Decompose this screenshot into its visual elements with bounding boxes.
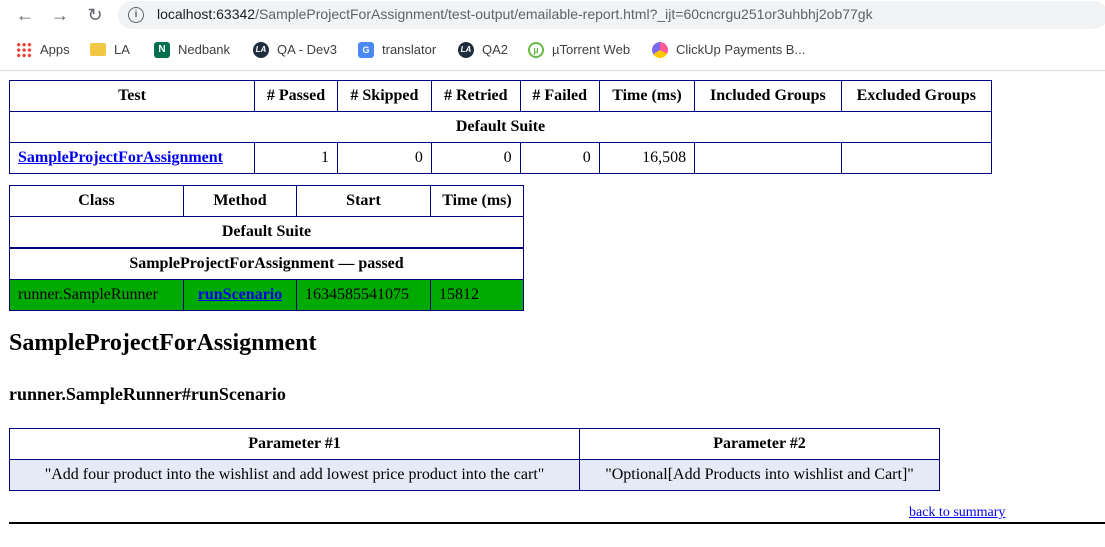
bookmark-qa2[interactable]: LA QA2	[458, 38, 508, 62]
col-header: # Retried	[430, 80, 521, 112]
la-icon: LA	[253, 41, 269, 58]
suite-row: Default Suite	[9, 216, 524, 249]
folder-icon	[90, 43, 106, 57]
forward-arrow-icon[interactable]: →	[49, 4, 71, 26]
address-bar[interactable]: i localhost:63342/SampleProjectForAssign…	[118, 1, 1105, 29]
suite-name: Default Suite	[9, 111, 992, 143]
bookmark-apps[interactable]: Apps	[16, 38, 70, 62]
suite-row: Default Suite	[9, 111, 992, 143]
translate-icon: G	[358, 41, 374, 58]
param-value: "Optional[Add Products into wishlist and…	[579, 459, 940, 491]
col-header: # Skipped	[337, 80, 432, 112]
class-cell: runner.SampleRunner	[9, 279, 184, 311]
col-header: Excluded Groups	[840, 80, 993, 112]
bookmark-clickup[interactable]: ClickUp Payments B...	[652, 38, 805, 62]
methods-table: Class Method Start Time (ms) Default Sui…	[9, 185, 524, 311]
skipped-count: 0	[337, 142, 432, 174]
bookmark-label: Apps	[40, 42, 70, 57]
nedbank-icon: N	[154, 41, 170, 58]
params-table: Parameter #1 Parameter #2 "Add four prod…	[9, 428, 940, 491]
table-row: SampleProjectForAssignment 1 0 0 0 16,50…	[9, 142, 993, 174]
group-row: SampleProjectForAssignment — passed	[9, 247, 524, 280]
bookmark-nedbank[interactable]: N Nedbank	[154, 38, 230, 62]
info-icon[interactable]: i	[128, 7, 144, 23]
page-title: SampleProjectForAssignment	[9, 330, 317, 356]
test-cell: SampleProjectForAssignment	[9, 142, 255, 174]
table-row: runner.SampleRunner runScenario 16345855…	[9, 279, 524, 311]
group-name: SampleProjectForAssignment — passed	[9, 247, 524, 280]
col-header: Time (ms)	[598, 80, 696, 112]
divider	[9, 522, 1105, 524]
apps-icon	[16, 41, 32, 58]
suite-name: Default Suite	[9, 216, 524, 249]
browser-chrome: ← → ↻ i localhost:63342/SampleProjectFor…	[0, 0, 1105, 71]
summary-header-row: Test # Passed # Skipped # Retried # Fail…	[9, 80, 993, 112]
method-title: runner.SampleRunner#runScenario	[9, 384, 286, 404]
bookmark-label: LA	[114, 42, 130, 57]
methods-header-row: Class Method Start Time (ms)	[9, 185, 524, 217]
url-host: localhost:63342	[157, 6, 256, 22]
back-arrow-icon[interactable]: ←	[14, 4, 36, 26]
bookmark-label: QA - Dev3	[277, 42, 337, 57]
bookmark-label: µTorrent Web	[552, 42, 631, 57]
clickup-icon	[652, 41, 668, 58]
passed-count: 1	[254, 142, 338, 174]
bookmark-label: ClickUp Payments B...	[676, 42, 806, 57]
bookmark-utorrent[interactable]: µ µTorrent Web	[528, 38, 630, 62]
bookmark-label: QA2	[482, 42, 509, 57]
col-header: Method	[183, 185, 297, 217]
summary-table: Test # Passed # Skipped # Retried # Fail…	[9, 80, 993, 174]
table-row: "Add four product into the wishlist and …	[9, 459, 940, 491]
param-value: "Add four product into the wishlist and …	[9, 459, 580, 491]
start-cell: 1634585541075	[296, 279, 431, 311]
method-link[interactable]: runScenario	[198, 286, 282, 303]
col-header: Included Groups	[694, 80, 842, 112]
failed-count: 0	[519, 142, 600, 174]
utorrent-icon: µ	[528, 41, 544, 58]
time-value: 16,508	[598, 142, 696, 174]
col-header: # Passed	[254, 80, 338, 112]
bookmark-label: Nedbank	[178, 42, 231, 57]
bookmarks-bar: Apps LA N Nedbank LA QA - Dev3 Gtranslator…	[0, 38, 1105, 62]
test-link[interactable]: SampleProjectForAssignment	[18, 149, 223, 166]
col-header: # Failed	[519, 80, 600, 112]
bookmark-la[interactable]: LA	[90, 38, 130, 62]
bookmark-label: translator	[382, 42, 437, 57]
params-header-row: Parameter #1 Parameter #2	[9, 428, 940, 460]
col-header: Parameter #2	[579, 428, 940, 460]
col-header: Class	[9, 185, 184, 217]
bookmark-translator[interactable]: Gtranslator	[358, 38, 436, 62]
included-groups	[694, 142, 842, 174]
excluded-groups	[840, 142, 993, 174]
la-icon: LA	[458, 41, 474, 58]
col-header: Start	[296, 185, 431, 217]
col-header: Time (ms)	[430, 185, 524, 217]
bookmark-qa-dev3[interactable]: LA QA - Dev3	[253, 38, 337, 62]
url-path: /SampleProjectForAssignment/test-output/…	[255, 6, 873, 22]
url-text[interactable]: localhost:63342/SampleProjectForAssignme…	[157, 6, 873, 22]
retried-count: 0	[430, 142, 521, 174]
reload-icon[interactable]: ↻	[84, 4, 106, 26]
back-to-summary-link[interactable]: back to summary	[909, 505, 1005, 521]
col-header: Parameter #1	[9, 428, 580, 460]
method-cell: runScenario	[183, 279, 297, 311]
col-header: Test	[9, 80, 255, 112]
time-cell: 15812	[430, 279, 524, 311]
